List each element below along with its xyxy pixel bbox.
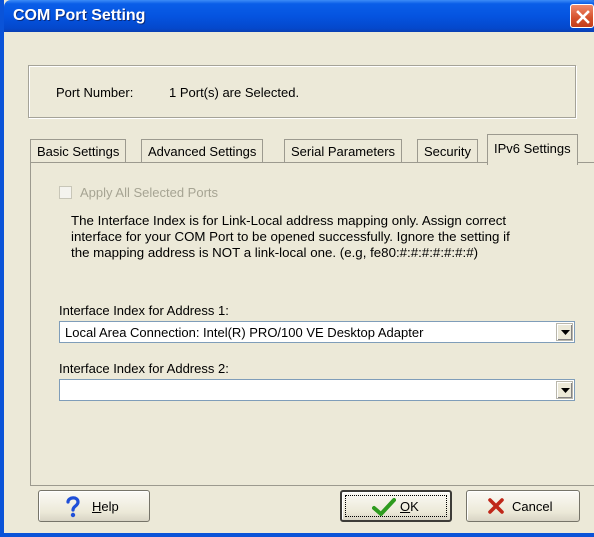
address2-select[interactable] — [59, 379, 575, 401]
dialog-body: Port Number: 1 Port(s) are Selected. Bas… — [8, 32, 594, 533]
port-number-value: 1 Port(s) are Selected. — [169, 85, 300, 100]
info-line: interface for your COM Port to be opened… — [71, 229, 510, 244]
address2-label: Interface Index for Address 2: — [59, 361, 229, 376]
cancel-button[interactable]: Cancel — [466, 490, 580, 522]
interface-info-text: The Interface Index is for Link-Local ad… — [71, 213, 581, 261]
chevron-down-icon — [561, 388, 570, 393]
chevron-down-icon — [561, 330, 570, 335]
address1-value: Local Area Connection: Intel(R) PRO/100 … — [65, 325, 424, 340]
cancel-label: Cancel — [512, 499, 553, 514]
x-mark-icon — [488, 498, 504, 514]
ok-focus-rect — [345, 495, 447, 517]
tab-serial-parameters[interactable]: Serial Parameters — [284, 139, 403, 163]
help-button[interactable]: Help — [38, 490, 150, 522]
tab-security[interactable]: Security — [417, 139, 478, 163]
address1-select[interactable]: Local Area Connection: Intel(R) PRO/100 … — [59, 321, 575, 343]
apply-all-label: Apply All Selected Ports — [80, 185, 219, 200]
help-question-icon — [66, 496, 80, 518]
port-number-label: Port Number: — [56, 85, 134, 100]
ipv6-settings-panel: Apply All Selected Ports The Interface I… — [30, 162, 594, 486]
address1-label: Interface Index for Address 1: — [59, 303, 229, 318]
address2-dropdown-button[interactable] — [556, 381, 573, 399]
window-title: COM Port Setting — [13, 7, 146, 24]
info-line: the mapping address is NOT a link-local … — [71, 245, 479, 260]
apply-all-checkbox[interactable] — [59, 186, 72, 199]
ok-label: OK — [400, 499, 419, 514]
close-icon — [576, 10, 590, 24]
tab-ipv6-settings[interactable]: IPv6 Settings — [487, 134, 578, 165]
port-number-group: Port Number: 1 Port(s) are Selected. — [28, 65, 576, 118]
title-bar[interactable]: COM Port Setting — [4, 0, 594, 32]
tab-basic-settings[interactable]: Basic Settings — [30, 139, 127, 163]
info-line: The Interface Index is for Link-Local ad… — [71, 213, 507, 228]
tab-advanced-settings[interactable]: Advanced Settings — [141, 139, 264, 163]
close-button[interactable] — [570, 4, 594, 28]
dialog-window: COM Port Setting Port Number: 1 Port(s) … — [0, 0, 594, 537]
address1-dropdown-button[interactable] — [556, 323, 573, 341]
help-label: Help — [92, 499, 119, 514]
checkmark-icon — [372, 498, 396, 516]
apply-all-checkbox-row: Apply All Selected Ports — [59, 185, 218, 200]
ok-button[interactable]: OK — [340, 490, 452, 522]
